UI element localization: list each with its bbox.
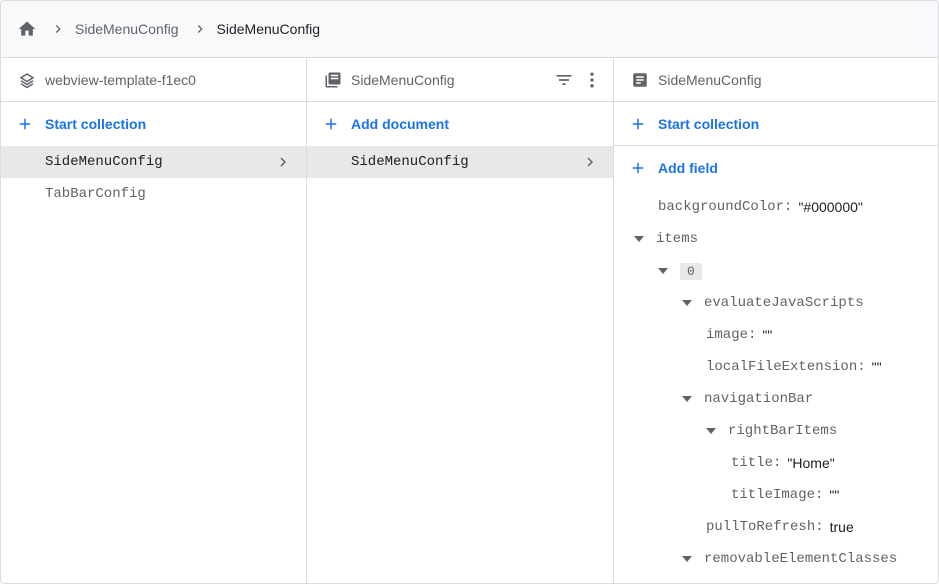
collection-icon [323,70,343,90]
field-colon: : [857,359,866,375]
breadcrumb-document[interactable]: SideMenuConfig [217,21,321,37]
project-title: webview-template-f1ec0 [45,71,196,88]
field-row[interactable]: items [632,223,698,255]
list-item[interactable]: SideMenuConfig [1,146,306,178]
field-row[interactable]: removableElementClasses [680,543,897,575]
start-subcollection-button[interactable]: Start collection [614,102,938,146]
field-value: "Home" [787,455,835,471]
filter-icon[interactable] [553,68,575,92]
chevron-right-icon [274,153,292,171]
firestore-data-viewer: SideMenuConfig SideMenuConfig webview-te… [0,0,939,584]
field-row[interactable]: backgroundColor: "#000000" [658,191,863,223]
add-field-button[interactable]: Add field [614,146,938,190]
firestore-database-icon [17,70,37,90]
plus-icon [321,114,341,134]
document-panel-header: SideMenuConfig [614,58,938,102]
field-key: backgroundColor [658,199,785,215]
field-value: true [829,519,854,535]
field-key: image [706,327,749,343]
collection-title: SideMenuConfig [351,71,455,88]
start-collection-label: Start collection [45,116,147,132]
field-value: "" [829,487,840,503]
field-row[interactable]: 0 [656,255,702,287]
field-value: "" [762,327,773,343]
field-colon: : [815,487,824,503]
field-value: "#000000" [798,199,863,215]
collection-panel: SideMenuConfig Add document SideMenuConf… [307,58,614,583]
field-key: items [656,231,699,247]
field-row[interactable]: pullToRefresh: true [706,511,854,543]
caret-down-icon[interactable] [656,264,670,278]
breadcrumb: SideMenuConfig SideMenuConfig [1,1,938,58]
field-value: "" [871,359,882,375]
document-title: SideMenuConfig [658,71,762,88]
breadcrumb-collection[interactable]: SideMenuConfig [75,21,179,37]
field-key: removableElementClasses [704,551,898,567]
field-row[interactable]: evaluateJavaScripts [680,287,864,319]
field-colon: : [815,519,824,535]
add-document-button[interactable]: Add document [307,102,613,146]
field-row[interactable]: navigationBar [680,383,813,415]
field-key: evaluateJavaScripts [704,295,864,311]
field-colon: : [773,455,782,471]
collection-panel-header: SideMenuConfig [307,58,613,102]
caret-down-icon[interactable] [680,296,694,310]
field-row[interactable]: title: "Home" [731,447,835,479]
plus-icon [628,114,648,134]
array-index-badge: 0 [680,262,702,280]
document-panel: SideMenuConfig Start collection Add fiel… [614,58,938,583]
document-name: SideMenuConfig [351,154,469,170]
field-key: rightBarItems [728,423,838,439]
start-collection-label: Start collection [658,115,760,132]
field-colon: : [748,327,757,343]
caret-down-icon[interactable] [632,232,646,246]
list-item[interactable]: SideMenuConfig [307,146,613,178]
collection-name: SideMenuConfig [45,154,163,170]
root-panel-header: webview-template-f1ec0 [1,58,306,102]
chevron-right-icon [49,20,67,38]
list-item[interactable]: TabBarConfig [1,178,306,210]
start-collection-button[interactable]: Start collection [1,102,306,146]
field-key: pullToRefresh [706,519,816,535]
more-vert-icon[interactable] [581,68,603,92]
field-key: title [731,455,774,471]
chevron-right-icon [581,153,599,171]
chevron-right-icon [191,20,209,38]
add-document-label: Add document [351,116,449,132]
root-panel: webview-template-f1ec0 Start collection … [1,58,307,583]
add-field-label: Add field [658,160,718,176]
field-key: titleImage [731,487,816,503]
field-row[interactable]: titleImage: "" [731,479,839,511]
caret-down-icon[interactable] [704,424,718,438]
home-icon[interactable] [17,19,37,39]
field-row[interactable]: rightBarItems [704,415,837,447]
field-key: localFileExtension [706,359,858,375]
document-icon [630,70,650,90]
plus-icon [15,114,35,134]
caret-down-icon[interactable] [680,552,694,566]
collection-actions [553,68,603,92]
field-row[interactable]: localFileExtension: "" [706,351,882,383]
field-key: navigationBar [704,391,814,407]
field-colon: : [784,199,793,215]
caret-down-icon[interactable] [680,392,694,406]
field-row[interactable]: image: "" [706,319,772,351]
plus-icon [628,158,648,178]
collection-name: TabBarConfig [45,186,146,202]
